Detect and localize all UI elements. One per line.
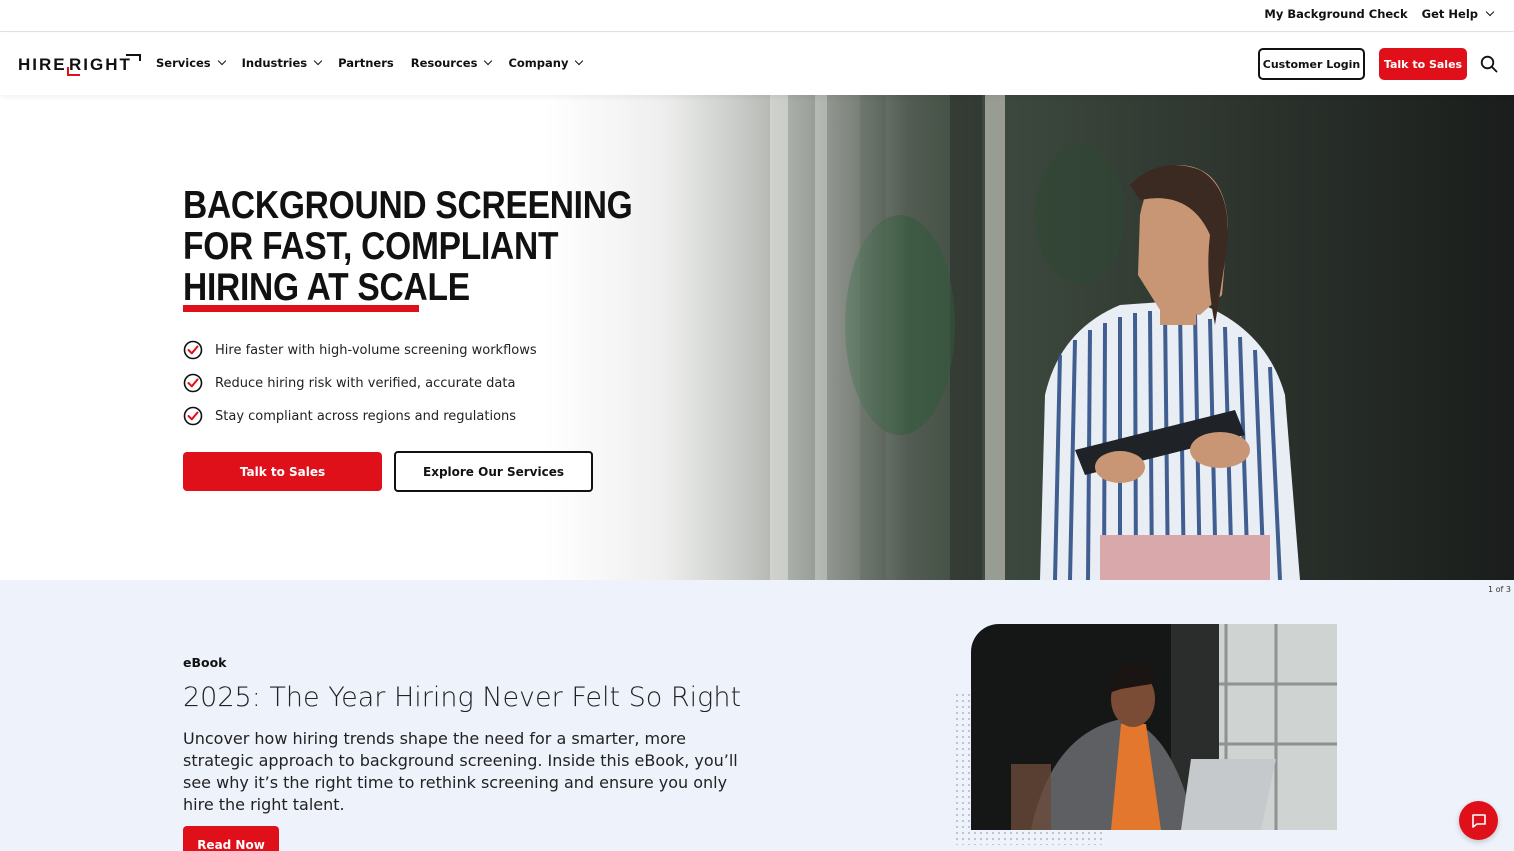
logo-text-left: HIRE [18,55,67,74]
chat-icon [1471,813,1486,828]
hero-section: BACKGROUND SCREENING FOR FAST, COMPLIANT… [0,95,1514,580]
list-item: Reduce hiring risk with verified, accura… [183,373,537,393]
benefit-text: Hire faster with high-volume screening w… [215,342,537,358]
promo-description: Uncover how hiring trends shape the need… [183,729,738,814]
get-help-menu[interactable]: Get Help [1421,7,1495,21]
logo-text-right: RIGHT [69,55,132,74]
explore-services-button[interactable]: Explore Our Services [394,451,593,492]
nav-item-label: Partners [338,56,394,70]
chevron-down-icon [575,56,584,66]
check-circle-icon [183,340,203,360]
hero-title-line: FOR FAST, COMPLIANT [183,225,559,268]
chat-button[interactable] [1459,801,1498,840]
promo-image [971,624,1337,830]
promo-kicker: eBook [183,655,227,670]
list-item: Hire faster with high-volume screening w… [183,340,537,360]
primary-nav: Services Industries Partners Resources C… [156,56,599,70]
hero-talk-to-sales-button[interactable]: Talk to Sales [183,452,382,491]
check-circle-icon [183,406,203,426]
chevron-down-icon [313,56,323,66]
chevron-down-icon [1485,7,1495,17]
read-now-button[interactable]: Read Now [183,826,279,851]
hero-title-line: BACKGROUND SCREENING [183,184,633,227]
hero-title-line: HIRING AT SCALE [183,266,470,309]
my-background-check-link[interactable]: My Background Check [1264,7,1407,21]
nav-item-industries[interactable]: Industries [241,56,323,70]
hero-gradient-overlay [0,95,1514,580]
utility-links: My Background Check Get Help [1264,7,1495,21]
nav-item-resources[interactable]: Resources [410,56,493,70]
search-icon[interactable] [1479,54,1499,74]
nav-item-label: Resources [410,56,478,70]
nav-item-label: Services [156,56,211,70]
main-nav: HIRE RIGHT Services Industries Partners … [0,33,1514,95]
slide-indicator: 1 of 3 [1488,585,1511,594]
chevron-down-icon [484,56,493,66]
check-circle-icon [183,373,203,393]
nav-item-label: Company [508,56,569,70]
chevron-down-icon [217,56,226,66]
hero-benefits-list: Hire faster with high-volume screening w… [183,340,537,439]
get-help-label: Get Help [1421,7,1478,21]
hero-title: BACKGROUND SCREENING FOR FAST, COMPLIANT… [183,184,633,309]
talk-to-sales-button[interactable]: Talk to Sales [1379,48,1467,80]
nav-item-company[interactable]: Company [508,56,584,70]
promo-title: 2025: The Year Hiring Never Felt So Righ… [183,682,742,713]
nav-item-partners[interactable]: Partners [338,56,394,70]
title-underline [183,305,419,312]
nav-item-services[interactable]: Services [156,56,226,70]
customer-login-button[interactable]: Customer Login [1258,48,1365,80]
nav-item-label: Industries [241,56,308,70]
benefit-text: Stay compliant across regions and regula… [215,408,517,424]
utility-bar: My Background Check Get Help [0,0,1514,32]
promo-section: eBook 2025: The Year Hiring Never Felt S… [0,580,1514,851]
hireright-logo[interactable]: HIRE RIGHT [18,50,143,78]
list-item: Stay compliant across regions and regula… [183,406,537,426]
benefit-text: Reduce hiring risk with verified, accura… [215,375,516,391]
